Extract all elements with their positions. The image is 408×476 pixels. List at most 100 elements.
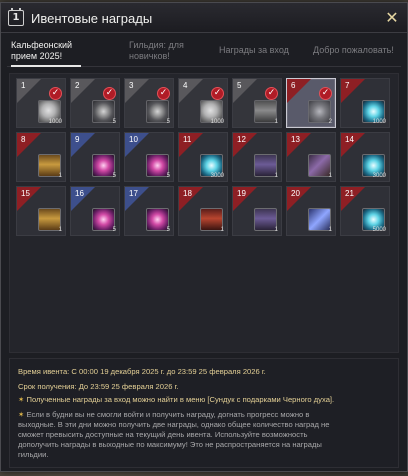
day-number: 14 <box>345 135 354 144</box>
day-number: 18 <box>183 189 192 198</box>
mail-note-text: Полученные награды за вход можно найти в… <box>26 395 335 404</box>
purple-swirl-icon[interactable] <box>146 208 169 231</box>
day-number: 3 <box>129 81 134 90</box>
purple-swirl-icon[interactable] <box>92 154 115 177</box>
item-quantity: 1 <box>274 227 278 233</box>
item-quantity: 1 <box>58 227 62 233</box>
gray-stone-icon[interactable] <box>308 100 331 123</box>
claimed-check-icon: ✓ <box>211 87 224 100</box>
item-quantity: 1 <box>274 119 278 125</box>
blue-crystal-icon[interactable] <box>308 208 331 231</box>
item-quantity: 1 <box>220 227 224 233</box>
reward-day-13[interactable]: 13 1 <box>286 132 336 182</box>
claimed-check-icon: ✓ <box>103 87 116 100</box>
item-quantity: 1 <box>274 173 278 179</box>
close-icon[interactable]: ✕ <box>383 9 401 27</box>
reward-day-11[interactable]: 11 3000 <box>178 132 228 182</box>
item-quantity: 5 <box>112 227 116 233</box>
day-number: 16 <box>75 189 84 198</box>
item-quantity: 1000 <box>210 119 224 125</box>
item-quantity: 2 <box>328 119 332 125</box>
active-tab-indicator <box>11 65 81 67</box>
weekday-note-text-5: гильдии. <box>18 450 49 459</box>
reward-day-21[interactable]: 21 5000 <box>340 186 390 236</box>
day-number: 13 <box>291 135 300 144</box>
claimed-check-icon: ✓ <box>265 87 278 100</box>
day-number: 11 <box>183 135 192 144</box>
reward-day-15[interactable]: 15 1 <box>16 186 66 236</box>
window-titlebar[interactable]: 1 Ивентовые награды ✕ <box>1 3 407 33</box>
event-info-panel: Время ивента: С 00:00 19 декабря 2025 г.… <box>9 358 399 468</box>
day-number: 4 <box>183 81 188 90</box>
reward-day-20[interactable]: 20 1 <box>286 186 336 236</box>
reward-day-4[interactable]: 4 1000 ✓ <box>178 78 228 128</box>
purple-swirl-icon[interactable] <box>92 208 115 231</box>
weekday-note-text-1: Если в будни вы не смогли войти и получи… <box>26 410 310 419</box>
window-title: Ивентовые награды <box>31 11 153 26</box>
tab-guild-newcomers[interactable]: Гильдия: для новичков! <box>129 40 191 62</box>
day-number: 10 <box>129 135 138 144</box>
reward-day-5[interactable]: 5 1 ✓ <box>232 78 282 128</box>
day-number: 19 <box>237 189 246 198</box>
reward-day-6[interactable]: 6 2 ✓ <box>286 78 336 128</box>
red-chest-icon[interactable] <box>200 208 223 231</box>
item-quantity: 3000 <box>372 173 386 179</box>
item-quantity: 1000 <box>372 119 386 125</box>
tab-login-rewards[interactable]: Награды за вход <box>219 45 289 56</box>
reward-day-18[interactable]: 18 1 <box>178 186 228 236</box>
reward-day-10[interactable]: 10 5 <box>124 132 174 182</box>
weekday-note-line-1: ✶ Если в будни вы не смогли войти и полу… <box>18 410 309 420</box>
mail-note-line: ✶ Полученные награды за вход можно найти… <box>18 395 334 405</box>
weekday-note-text-3: сможет превысить доступные на текущий де… <box>18 430 308 439</box>
reward-day-2[interactable]: 2 5 ✓ <box>70 78 120 128</box>
weekday-note-text-2: выходные. В эти дни можно получить две н… <box>18 420 330 429</box>
dark-chest-icon[interactable] <box>254 208 277 231</box>
reward-day-19[interactable]: 19 1 <box>232 186 282 236</box>
day-number: 1 <box>21 81 26 90</box>
purple-swirl-icon[interactable] <box>146 154 169 177</box>
swirl-stone-icon[interactable] <box>146 100 169 123</box>
reward-day-12[interactable]: 12 1 <box>232 132 282 182</box>
item-quantity: 5 <box>112 173 116 179</box>
reward-day-7[interactable]: 7 1000 <box>340 78 390 128</box>
reward-grid: 1 1000 ✓ 2 5 ✓ 3 5 ✓ 4 1000 ✓ 5 1 ✓ 6 2 ✓ 7 1000 8 1 9 5 10 5 11 30… <box>9 73 399 353</box>
claimed-check-icon: ✓ <box>157 87 170 100</box>
reward-day-14[interactable]: 14 3000 <box>340 132 390 182</box>
reward-day-1[interactable]: 1 1000 ✓ <box>16 78 66 128</box>
gray-box-icon[interactable] <box>254 100 277 123</box>
receive-deadline-text: Срок получения: До 23:59 25 февраля 2026… <box>18 382 179 391</box>
item-quantity: 5 <box>112 119 116 125</box>
dark-chest-icon[interactable] <box>254 154 277 177</box>
reward-day-17[interactable]: 17 5 <box>124 186 174 236</box>
item-quantity: 5000 <box>372 227 386 233</box>
item-quantity: 5 <box>166 119 170 125</box>
claimed-check-icon: ✓ <box>319 87 332 100</box>
day-number: 6 <box>291 81 296 90</box>
item-quantity: 1000 <box>48 119 62 125</box>
day-number: 2 <box>75 81 80 90</box>
item-quantity: 5 <box>166 173 170 179</box>
tab-calpheon-reception[interactable]: Кальфеонский прием 2025! <box>11 40 91 62</box>
weekday-note-text-4: дополучить награды в выходные по максиму… <box>18 440 322 449</box>
day-number: 9 <box>75 135 80 144</box>
claimed-check-icon: ✓ <box>49 87 62 100</box>
day-number: 5 <box>237 81 242 90</box>
swirl-stone-icon[interactable] <box>92 100 115 123</box>
gun-icon[interactable] <box>308 154 331 177</box>
event-tabs: Кальфеонский прием 2025! Гильдия: для но… <box>7 37 401 67</box>
gold-chest-icon[interactable] <box>38 208 61 231</box>
reward-day-9[interactable]: 95 <box>70 132 120 182</box>
item-quantity: 1 <box>58 173 62 179</box>
reward-day-16[interactable]: 16 5 <box>70 186 120 236</box>
item-quantity: 3000 <box>210 173 224 179</box>
day-number: 20 <box>291 189 300 198</box>
day-number: 12 <box>237 135 246 144</box>
gold-chest-icon[interactable] <box>38 154 61 177</box>
day-number: 21 <box>345 189 354 198</box>
day-number: 8 <box>21 135 26 144</box>
tab-welcome[interactable]: Добро пожаловать! <box>313 45 394 56</box>
reward-day-3[interactable]: 3 5 ✓ <box>124 78 174 128</box>
item-quantity: 5 <box>166 227 170 233</box>
event-rewards-window: 1 Ивентовые награды ✕ Кальфеонский прием… <box>0 2 408 472</box>
reward-day-8[interactable]: 81 <box>16 132 66 182</box>
